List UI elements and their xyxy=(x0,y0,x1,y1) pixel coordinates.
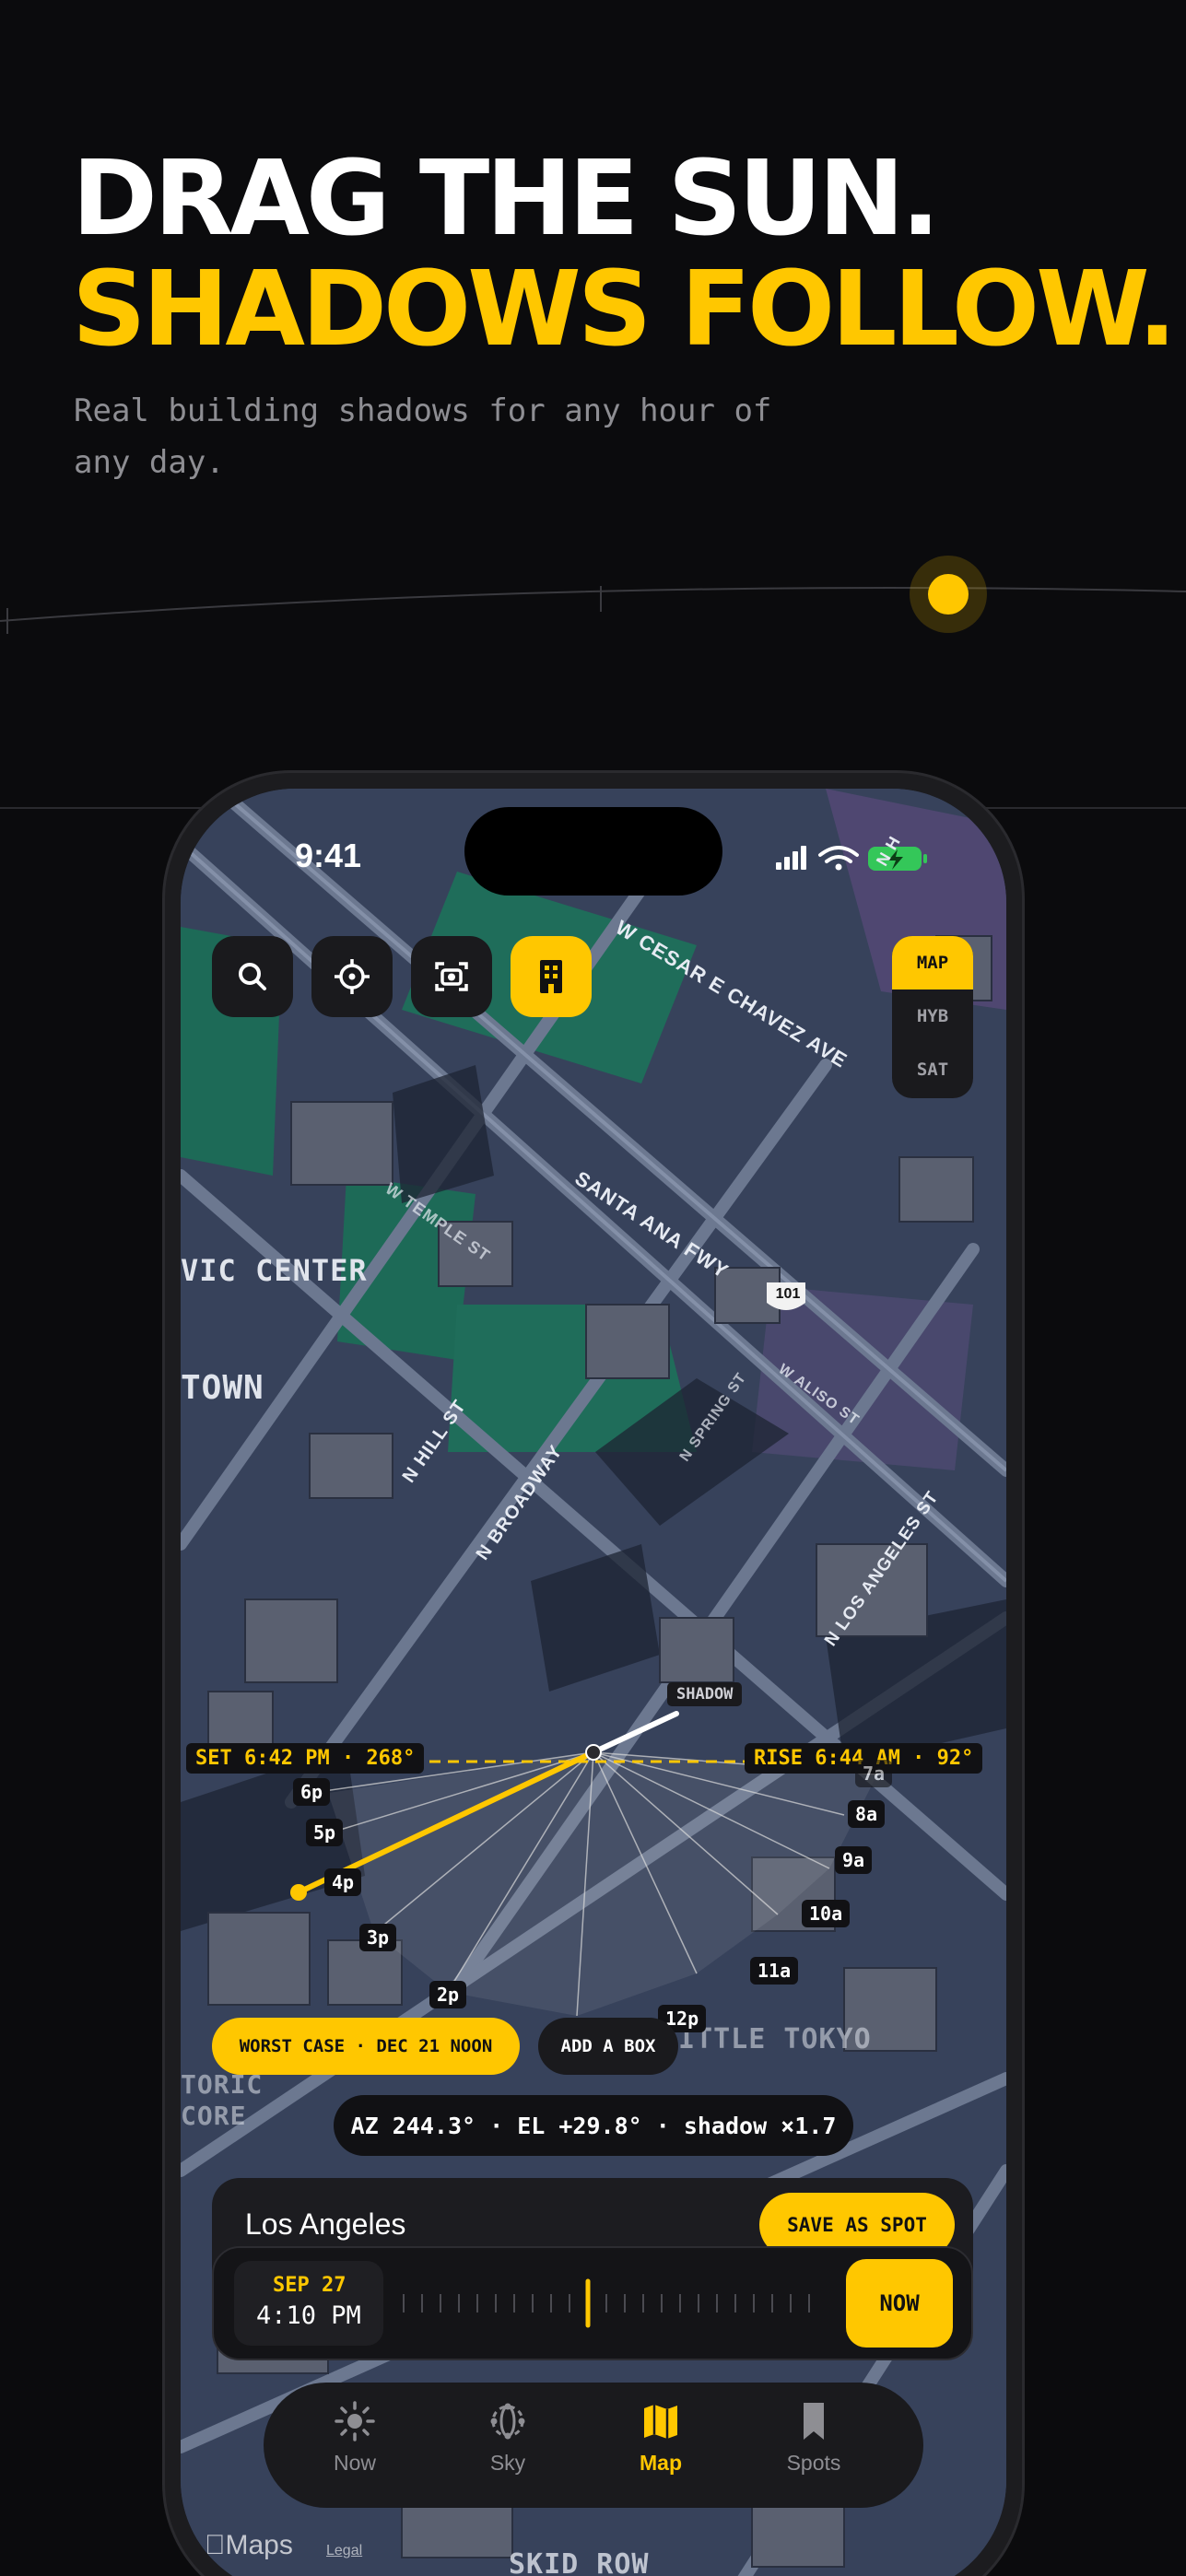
hour-marker: 2p xyxy=(429,1981,467,2008)
date-picker[interactable]: SEP 27 4:10 PM xyxy=(234,2261,383,2346)
district-label-core: CORE xyxy=(181,2101,247,2131)
hour-marker: 3p xyxy=(359,1924,397,1951)
sunset-label: SET 6:42 PM · 268° xyxy=(186,1743,425,1774)
hero-subtitle: Real building shadows for any hour of an… xyxy=(74,392,772,481)
capture-button[interactable] xyxy=(411,936,492,1017)
dynamic-island xyxy=(464,807,722,896)
map-icon xyxy=(644,2405,677,2439)
add-box-button[interactable]: ADD A BOX xyxy=(538,2018,678,2075)
time-scrubber: SEP 27 4:10 PM NOW xyxy=(212,2246,973,2360)
hour-marker: 5p xyxy=(306,1819,344,1846)
signal-icon xyxy=(776,846,806,870)
hour-marker: 11a xyxy=(750,1957,799,1985)
tab-label: Spots xyxy=(786,2451,841,2475)
search-icon xyxy=(239,963,266,990)
now-button[interactable]: NOW xyxy=(846,2259,953,2348)
hour-marker: 8a xyxy=(848,1800,886,1828)
camera-icon xyxy=(435,962,468,991)
wifi-icon xyxy=(818,846,859,863)
map-type-hybrid[interactable]: HYB xyxy=(892,989,973,1043)
buildings-toggle-button[interactable] xyxy=(511,936,592,1017)
hour-marker: 6p xyxy=(293,1778,331,1806)
district-label-civic-center: VIC CENTER xyxy=(181,1253,368,1288)
tab-map[interactable]: Map xyxy=(601,2399,721,2491)
district-label-little-tokyo: ITTLE TOKYO xyxy=(678,2023,872,2055)
bookmark-icon xyxy=(804,2403,824,2440)
district-label-downtown: TOWN xyxy=(181,1369,264,1407)
tab-bar: Now Sky Map Spots xyxy=(264,2383,923,2508)
hour-marker: 10a xyxy=(802,1900,851,1927)
locate-crosshair-icon xyxy=(335,959,370,994)
tab-now[interactable]: Now xyxy=(295,2399,415,2491)
hour-marker: 7a xyxy=(855,1760,893,1787)
worst-case-button[interactable]: WORST CASE · DEC 21 NOON xyxy=(212,2018,520,2075)
maps-attribution: Maps xyxy=(205,2530,293,2560)
tab-label: Now xyxy=(333,2451,376,2475)
sun-path-decoration xyxy=(0,556,1186,634)
shadow-tag: SHADOW xyxy=(667,1682,743,1706)
search-button[interactable] xyxy=(212,936,293,1017)
locate-button[interactable] xyxy=(311,936,393,1017)
phone-screen: 9:41 MAP HYB SAT VIC CENTER TOWN ITTLE T… xyxy=(181,789,1006,2576)
location-name: Los Angeles xyxy=(245,2207,406,2241)
status-icons xyxy=(776,842,934,878)
sun-readout: AZ 244.3° · EL +29.8° · shadow ×1.7 xyxy=(334,2095,853,2156)
sky-dome-icon xyxy=(490,2403,525,2440)
headline-line-2: SHADOWS FOLLOW. xyxy=(72,250,1177,369)
time-slider[interactable] xyxy=(394,2276,837,2331)
legal-link[interactable]: Legal xyxy=(326,2543,362,2559)
tab-label: Sky xyxy=(489,2451,526,2475)
tab-spots[interactable]: Spots xyxy=(754,2399,874,2491)
tab-sky[interactable]: Sky xyxy=(448,2399,568,2491)
headline-line-1: DRAG THE SUN. xyxy=(72,139,940,259)
hour-marker: 9a xyxy=(835,1846,873,1874)
sun-icon xyxy=(335,2401,375,2441)
date-label: SEP 27 xyxy=(273,2274,346,2297)
tab-label: Map xyxy=(640,2451,682,2475)
district-label-skid-row: SKID ROW xyxy=(509,2548,650,2576)
hour-marker: 4p xyxy=(324,1868,362,1896)
map-type-satellite[interactable]: SAT xyxy=(892,1043,973,1096)
status-time: 9:41 xyxy=(295,837,362,874)
time-label: 4:10 PM xyxy=(256,2301,361,2330)
buildings-icon xyxy=(540,960,562,993)
map-type-switch: MAP HYB SAT xyxy=(892,936,973,1098)
sun-drag-handle[interactable] xyxy=(282,1876,315,1909)
highway-shield: 101 xyxy=(775,1286,801,1302)
map-type-map[interactable]: MAP xyxy=(892,936,973,989)
